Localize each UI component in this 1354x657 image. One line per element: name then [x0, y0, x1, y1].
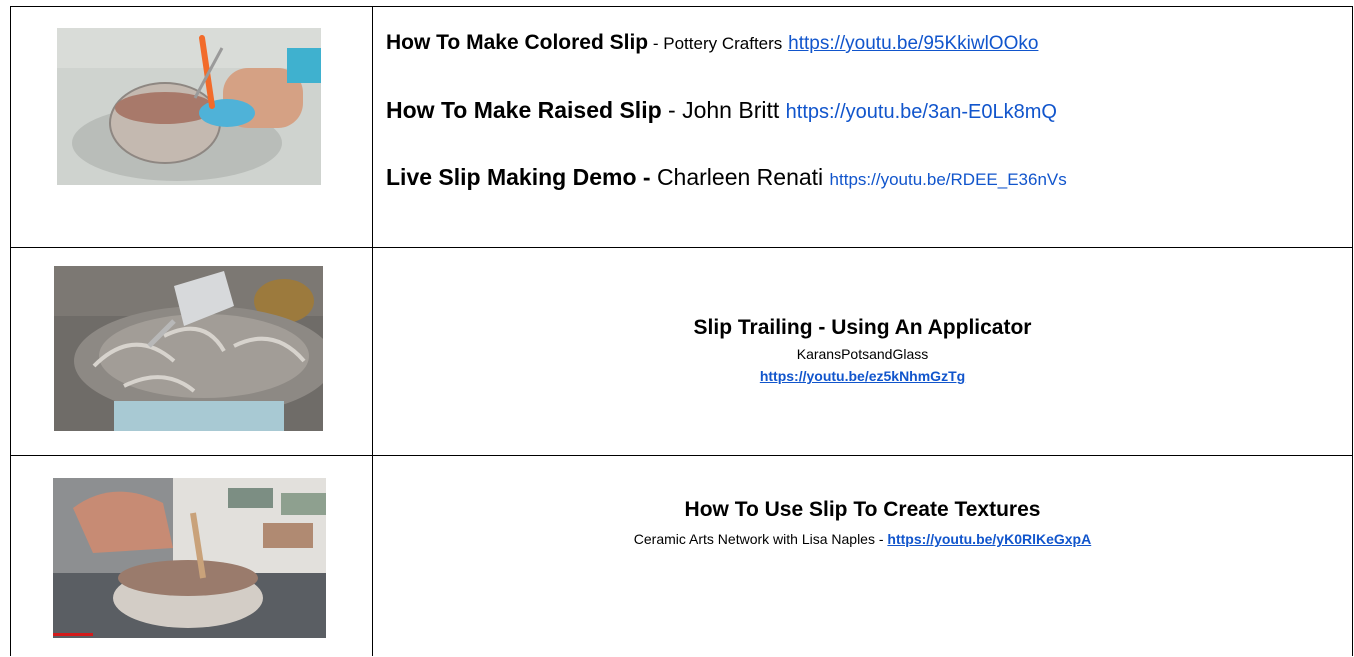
video-resources-table: How To Make Colored Slip - Pottery Craft…: [10, 6, 1353, 656]
thumbnail-image: [53, 478, 326, 638]
video-author: John Britt: [682, 97, 780, 123]
video-link[interactable]: https://youtu.be/95KkiwlOOko: [788, 33, 1038, 54]
video-link[interactable]: https://youtu.be/yK0RlKeGxpA: [887, 531, 1091, 547]
video-title: How To Use Slip To Create Textures: [684, 498, 1041, 521]
row-2-text-cell: Slip Trailing - Using An Applicator Kara…: [373, 248, 1352, 455]
thumbnail-image: [57, 28, 321, 185]
video-author: Ceramic Arts Network with Lisa Naples -: [633, 531, 888, 547]
video-title: Live Slip Making Demo -: [386, 164, 657, 190]
video-entry: How To Make Raised Slip - John Britt htt…: [386, 97, 1057, 124]
video-link[interactable]: https://youtu.be/ez5kNhmGzTg: [373, 368, 1352, 384]
video-link[interactable]: https://youtu.be/3an-E0Lk8mQ: [786, 101, 1057, 123]
separator: -: [648, 34, 664, 53]
table-row: Slip Trailing - Using An Applicator Kara…: [11, 248, 1352, 456]
table-row: How To Use Slip To Create Textures Ceram…: [11, 456, 1352, 657]
video-author: KaransPotsandGlass: [796, 346, 929, 362]
video-title: How To Make Raised Slip: [386, 97, 662, 123]
row-3-text-cell: How To Use Slip To Create Textures Ceram…: [373, 456, 1352, 657]
video-title: How To Make Colored Slip: [386, 31, 649, 54]
thumbnail-image: [54, 266, 323, 431]
row-1-text-cell: How To Make Colored Slip - Pottery Craft…: [373, 7, 1352, 247]
table-row: How To Make Colored Slip - Pottery Craft…: [11, 7, 1352, 248]
separator: -: [661, 97, 683, 123]
video-link[interactable]: https://youtu.be/RDEE_E36nVs: [830, 170, 1067, 189]
video-title: Slip Trailing - Using An Applicator: [693, 316, 1032, 339]
video-entry: How To Make Colored Slip - Pottery Craft…: [386, 31, 1038, 55]
video-author: Charleen Renati: [656, 164, 824, 190]
video-subtitle: Ceramic Arts Network with Lisa Naples - …: [373, 531, 1352, 547]
video-author: Pottery Crafters: [663, 34, 783, 53]
video-entry: Live Slip Making Demo - Charleen Renati …: [386, 164, 1067, 191]
slip-texture-mixing-thumbnail[interactable]: [53, 478, 326, 638]
slip-trailing-bowl-thumbnail[interactable]: [54, 266, 323, 431]
colored-slip-mixing-thumbnail[interactable]: [57, 28, 321, 185]
